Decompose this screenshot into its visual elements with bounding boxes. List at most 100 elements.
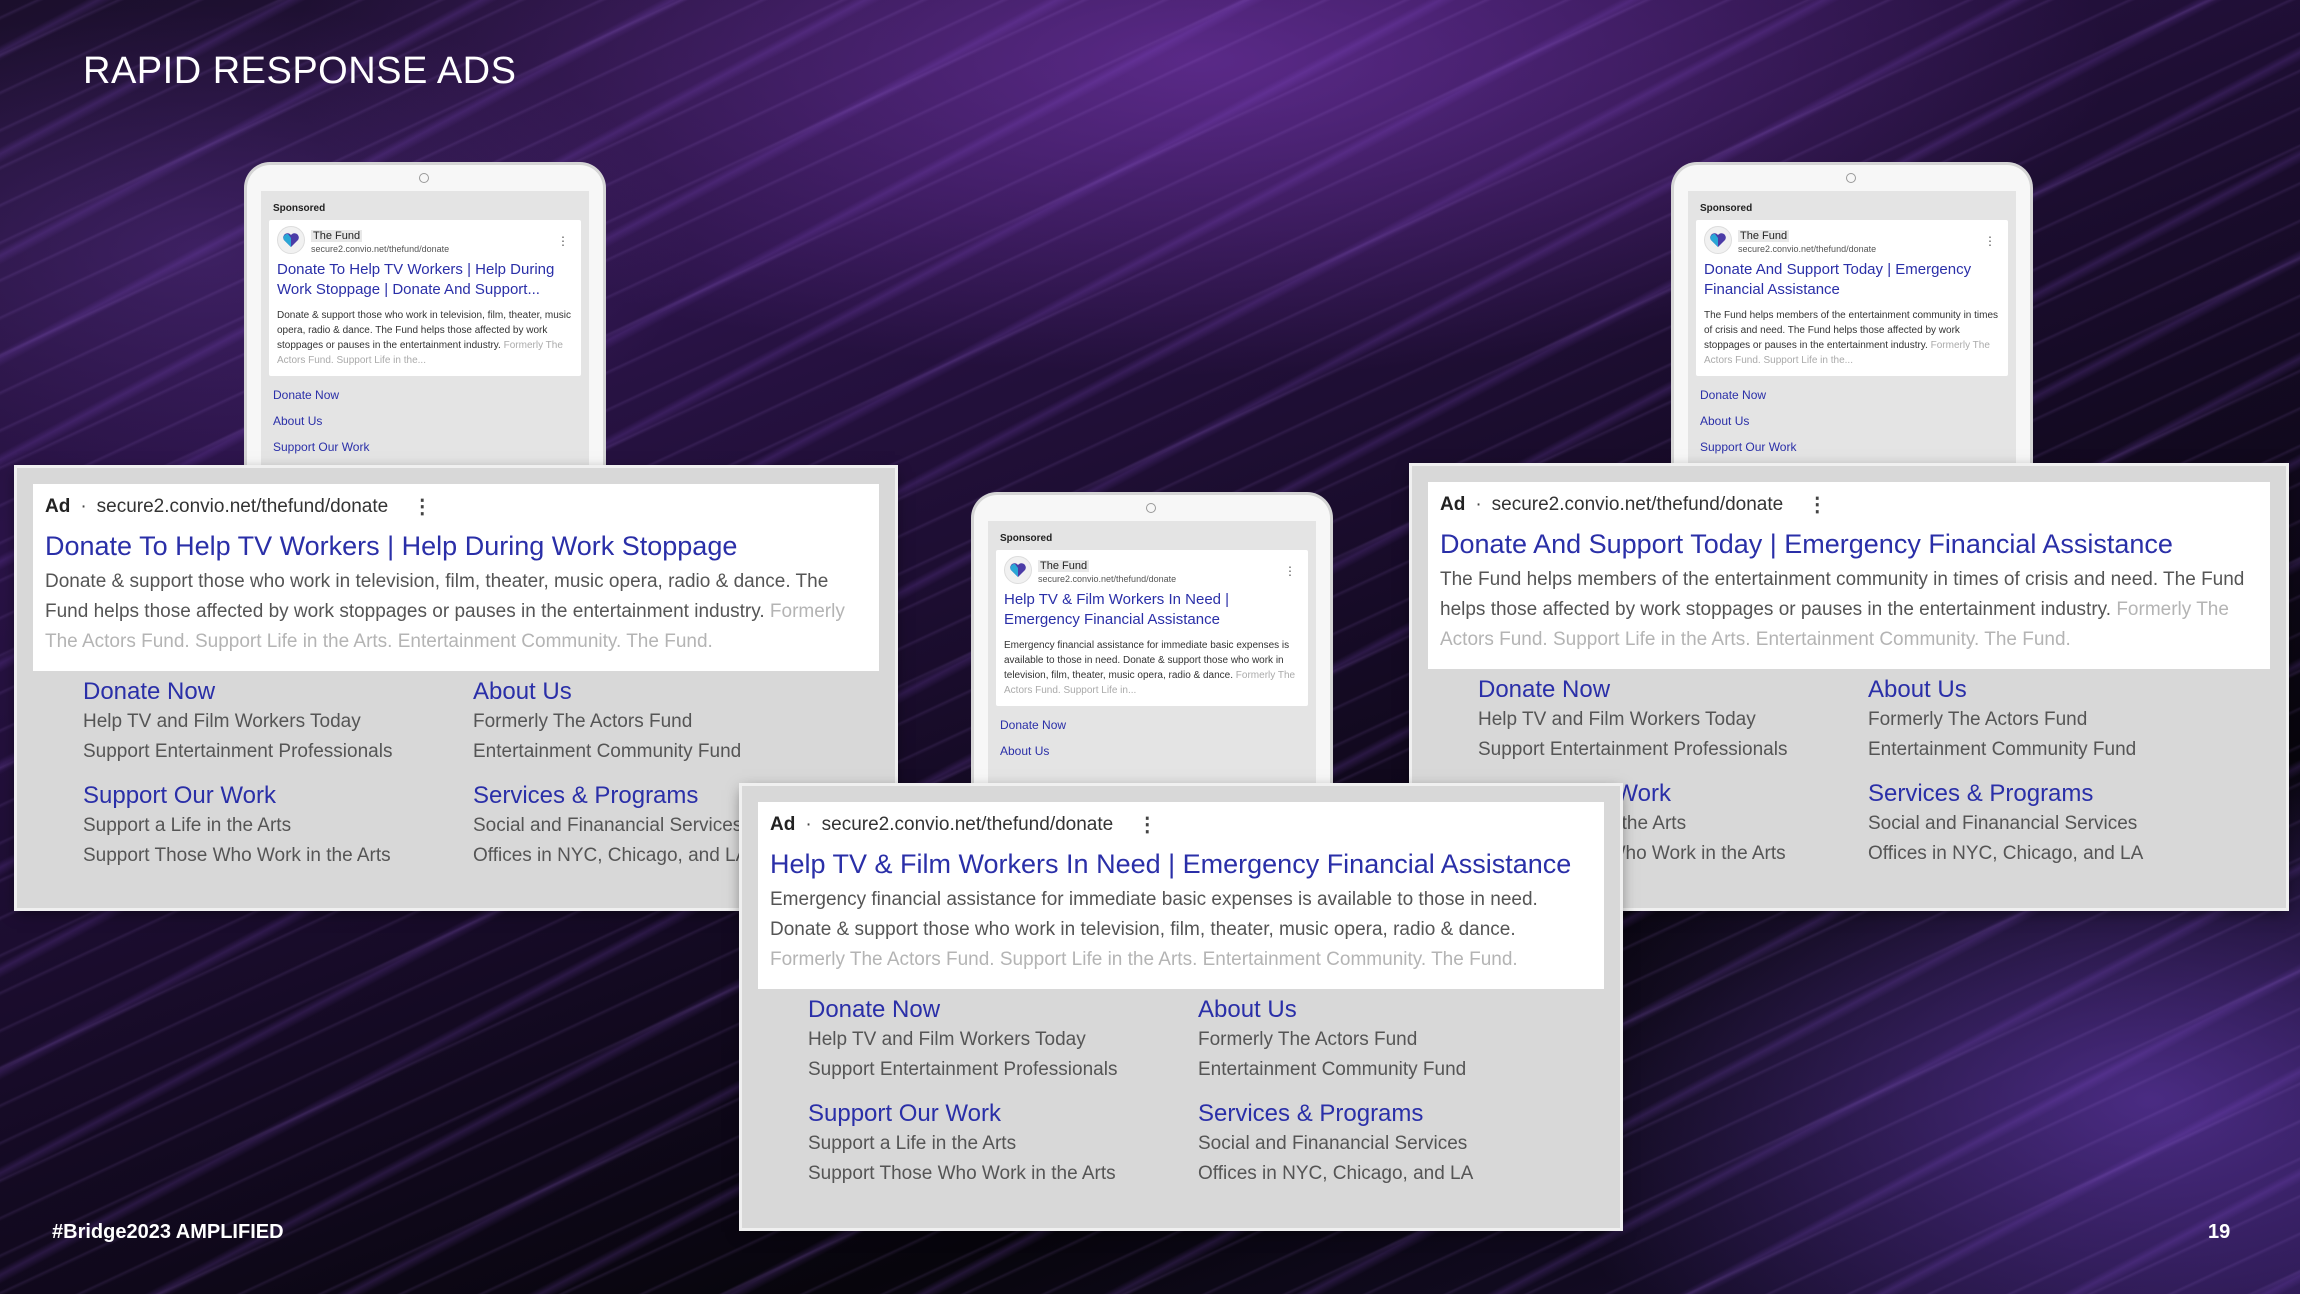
sitelink-donate-now[interactable]: Donate Now Help TV and Film Workers Toda…	[808, 995, 1198, 1085]
sitelink-support-our-work[interactable]: Support Our Work Support a Life in the A…	[808, 1099, 1198, 1189]
sitelink-title[interactable]: Services & Programs	[1198, 1099, 1588, 1129]
sitelink-donate-now[interactable]: Donate Now Help TV and Film Workers Toda…	[1478, 675, 1868, 765]
ad-label: Ad	[770, 813, 796, 835]
separator-dot: ·	[805, 813, 812, 835]
heart-logo-icon	[1704, 226, 1732, 254]
sitelink-support-our-work[interactable]: Support Our Work	[273, 440, 581, 454]
sitelink-line: Help TV and Film Workers Today	[1478, 709, 1756, 730]
heart-logo-icon	[1004, 556, 1032, 584]
ad-url-line: Ad · secure2.convio.net/thefund/donate ⋮	[770, 812, 1592, 837]
ad-url[interactable]: secure2.convio.net/thefund/donate	[1492, 494, 1784, 516]
sitelink-title[interactable]: Donate Now	[1478, 675, 1868, 705]
sitelink-services-programs[interactable]: Services & Programs Social and Finananci…	[1868, 779, 2258, 869]
sitelink-donate-now[interactable]: Donate Now	[1700, 388, 2008, 402]
sitelink-line: Offices in NYC, Chicago, and LA	[1868, 843, 2144, 864]
sitelink-line: Entertainment Community Fund	[1198, 1059, 1467, 1080]
ad-label: Ad	[45, 495, 71, 517]
sitelink-about-us[interactable]: About Us	[273, 414, 581, 428]
sitelink-about-us[interactable]: About Us	[1700, 414, 2008, 428]
ad-headline-link[interactable]: Donate To Help TV Workers | Help During …	[277, 260, 573, 300]
ad-headline-link[interactable]: Donate And Support Today | Emergency Fin…	[1704, 260, 2000, 300]
phone-screen: Sponsored The Fund secure2.convio.net/th…	[988, 521, 1316, 792]
sitelink-line: Support a Life in the Arts	[808, 1133, 1017, 1154]
sitelink-line: Help TV and Film Workers Today	[83, 711, 361, 732]
more-options-icon[interactable]: ⋮	[557, 234, 569, 248]
sitelink-donate-now[interactable]: Donate Now Help TV and Film Workers Toda…	[83, 677, 473, 767]
ad-description: Donate & support those who work in telev…	[277, 308, 573, 368]
brand-name: The Fund	[311, 230, 363, 242]
brand-url[interactable]: secure2.convio.net/thefund/donate	[311, 244, 449, 254]
ad-top-section: Ad · secure2.convio.net/thefund/donate ⋮…	[33, 484, 879, 671]
ad-headline-link[interactable]: Help TV & Film Workers In Need | Emergen…	[1004, 590, 1300, 630]
sitelink-support-our-work[interactable]: Support Our Work	[1700, 440, 2008, 454]
sitelink-line: Formerly The Actors Fund	[1198, 1029, 1418, 1050]
sitelink-support-our-work[interactable]: Support Our Work Support a Life in the A…	[83, 781, 473, 871]
sitelink-services-programs[interactable]: Services & Programs Social and Finananci…	[1198, 1099, 1588, 1189]
more-options-icon[interactable]: ⋮	[1984, 234, 1996, 248]
desc-text: Emergency financial assistance for immed…	[770, 889, 1538, 940]
sponsored-label: Sponsored	[1700, 203, 1753, 214]
ad-headline-link[interactable]: Help TV & Film Workers In Need | Emergen…	[770, 847, 1592, 881]
slide-title: RAPID RESPONSE ADS	[83, 50, 517, 92]
sponsored-label: Sponsored	[1000, 533, 1053, 544]
brand-url[interactable]: secure2.convio.net/thefund/donate	[1038, 574, 1176, 584]
ad-card: The Fund secure2.convio.net/thefund/dona…	[996, 550, 1308, 706]
sitelink-title[interactable]: Donate Now	[808, 995, 1198, 1025]
sitelink-title[interactable]: About Us	[1868, 675, 2258, 705]
sitelink-title[interactable]: About Us	[473, 677, 863, 707]
brand-row: The Fund secure2.convio.net/thefund/dona…	[277, 226, 573, 254]
brand-row: The Fund secure2.convio.net/thefund/dona…	[1704, 226, 2000, 254]
ad-url-line: Ad · secure2.convio.net/thefund/donate ⋮	[1440, 492, 2258, 517]
phone-mockup-center: Sponsored The Fund secure2.convio.net/th…	[971, 492, 1333, 792]
sitelink-line: Support a Life in the Arts	[83, 815, 292, 836]
sitelink-title[interactable]: About Us	[1198, 995, 1588, 1025]
ad-card: The Fund secure2.convio.net/thefund/dona…	[269, 220, 581, 376]
heart-logo-icon	[277, 226, 305, 254]
sitelink-title[interactable]: Support Our Work	[808, 1099, 1198, 1129]
sitelink-line: Entertainment Community Fund	[1868, 739, 2137, 760]
ad-headline-link[interactable]: Donate And Support Today | Emergency Fin…	[1440, 527, 2258, 561]
sitelink-about-us[interactable]: About Us Formerly The Actors Fund Entert…	[1868, 675, 2258, 765]
more-options-icon[interactable]: ⋮	[1807, 492, 1827, 517]
sitelink-line: Support Those Who Work in the Arts	[83, 845, 391, 866]
ad-url-line: Ad · secure2.convio.net/thefund/donate ⋮	[45, 494, 867, 519]
desc-text: Donate & support those who work in telev…	[45, 571, 829, 622]
ad-description: Emergency financial assistance for immed…	[770, 885, 1592, 975]
sitelink-line: Support Entertainment Professionals	[83, 741, 393, 762]
sitelink-about-us[interactable]: About Us Formerly The Actors Fund Entert…	[1198, 995, 1588, 1085]
sitelink-about-us[interactable]: About Us Formerly The Actors Fund Entert…	[473, 677, 863, 767]
brand-row: The Fund secure2.convio.net/thefund/dona…	[1004, 556, 1300, 584]
more-options-icon[interactable]: ⋮	[1284, 564, 1296, 578]
sitelink-line: Formerly The Actors Fund	[473, 711, 693, 732]
sponsored-label: Sponsored	[273, 203, 326, 214]
ad-description: Emergency financial assistance for immed…	[1004, 638, 1300, 698]
sitelinks-grid: Donate Now Help TV and Film Workers Toda…	[742, 989, 1620, 1189]
sitelink-line: Formerly The Actors Fund	[1868, 709, 2088, 730]
separator-dot: ·	[80, 495, 87, 517]
phone-mockup-left: Sponsored The Fund secure2.convio.net/th…	[244, 162, 606, 482]
ad-description: The Fund helps members of the entertainm…	[1704, 308, 2000, 368]
phone-mockup-right: Sponsored The Fund secure2.convio.net/th…	[1671, 162, 2033, 482]
ad-description: Donate & support those who work in telev…	[45, 567, 867, 657]
brand-url[interactable]: secure2.convio.net/thefund/donate	[1738, 244, 1876, 254]
ad-headline-link[interactable]: Donate To Help TV Workers | Help During …	[45, 529, 867, 563]
phone-screen: Sponsored The Fund secure2.convio.net/th…	[1688, 191, 2016, 482]
more-options-icon[interactable]: ⋮	[1137, 812, 1157, 837]
more-options-icon[interactable]: ⋮	[412, 494, 432, 519]
camera-icon	[1846, 173, 1856, 183]
sitelink-about-us[interactable]: About Us	[1000, 744, 1308, 758]
sitelink-title[interactable]: Services & Programs	[1868, 779, 2258, 809]
ad-url[interactable]: secure2.convio.net/thefund/donate	[822, 814, 1114, 836]
ad-panel-center: Ad · secure2.convio.net/thefund/donate ⋮…	[742, 786, 1620, 1228]
sitelink-donate-now[interactable]: Donate Now	[1000, 718, 1308, 732]
page-number: 19	[2208, 1221, 2231, 1243]
sitelink-title[interactable]: Support Our Work	[83, 781, 473, 811]
separator-dot: ·	[1475, 493, 1482, 515]
sitelink-title[interactable]: Donate Now	[83, 677, 473, 707]
sitelink-line: Support Those Who Work in the Arts	[808, 1163, 1116, 1184]
sitelink-line: Social and Finanancial Services	[1868, 813, 2138, 834]
ad-top-section: Ad · secure2.convio.net/thefund/donate ⋮…	[1428, 482, 2270, 669]
sitelink-line: Support Entertainment Professionals	[1478, 739, 1788, 760]
ad-url[interactable]: secure2.convio.net/thefund/donate	[97, 496, 389, 518]
sitelink-donate-now[interactable]: Donate Now	[273, 388, 581, 402]
